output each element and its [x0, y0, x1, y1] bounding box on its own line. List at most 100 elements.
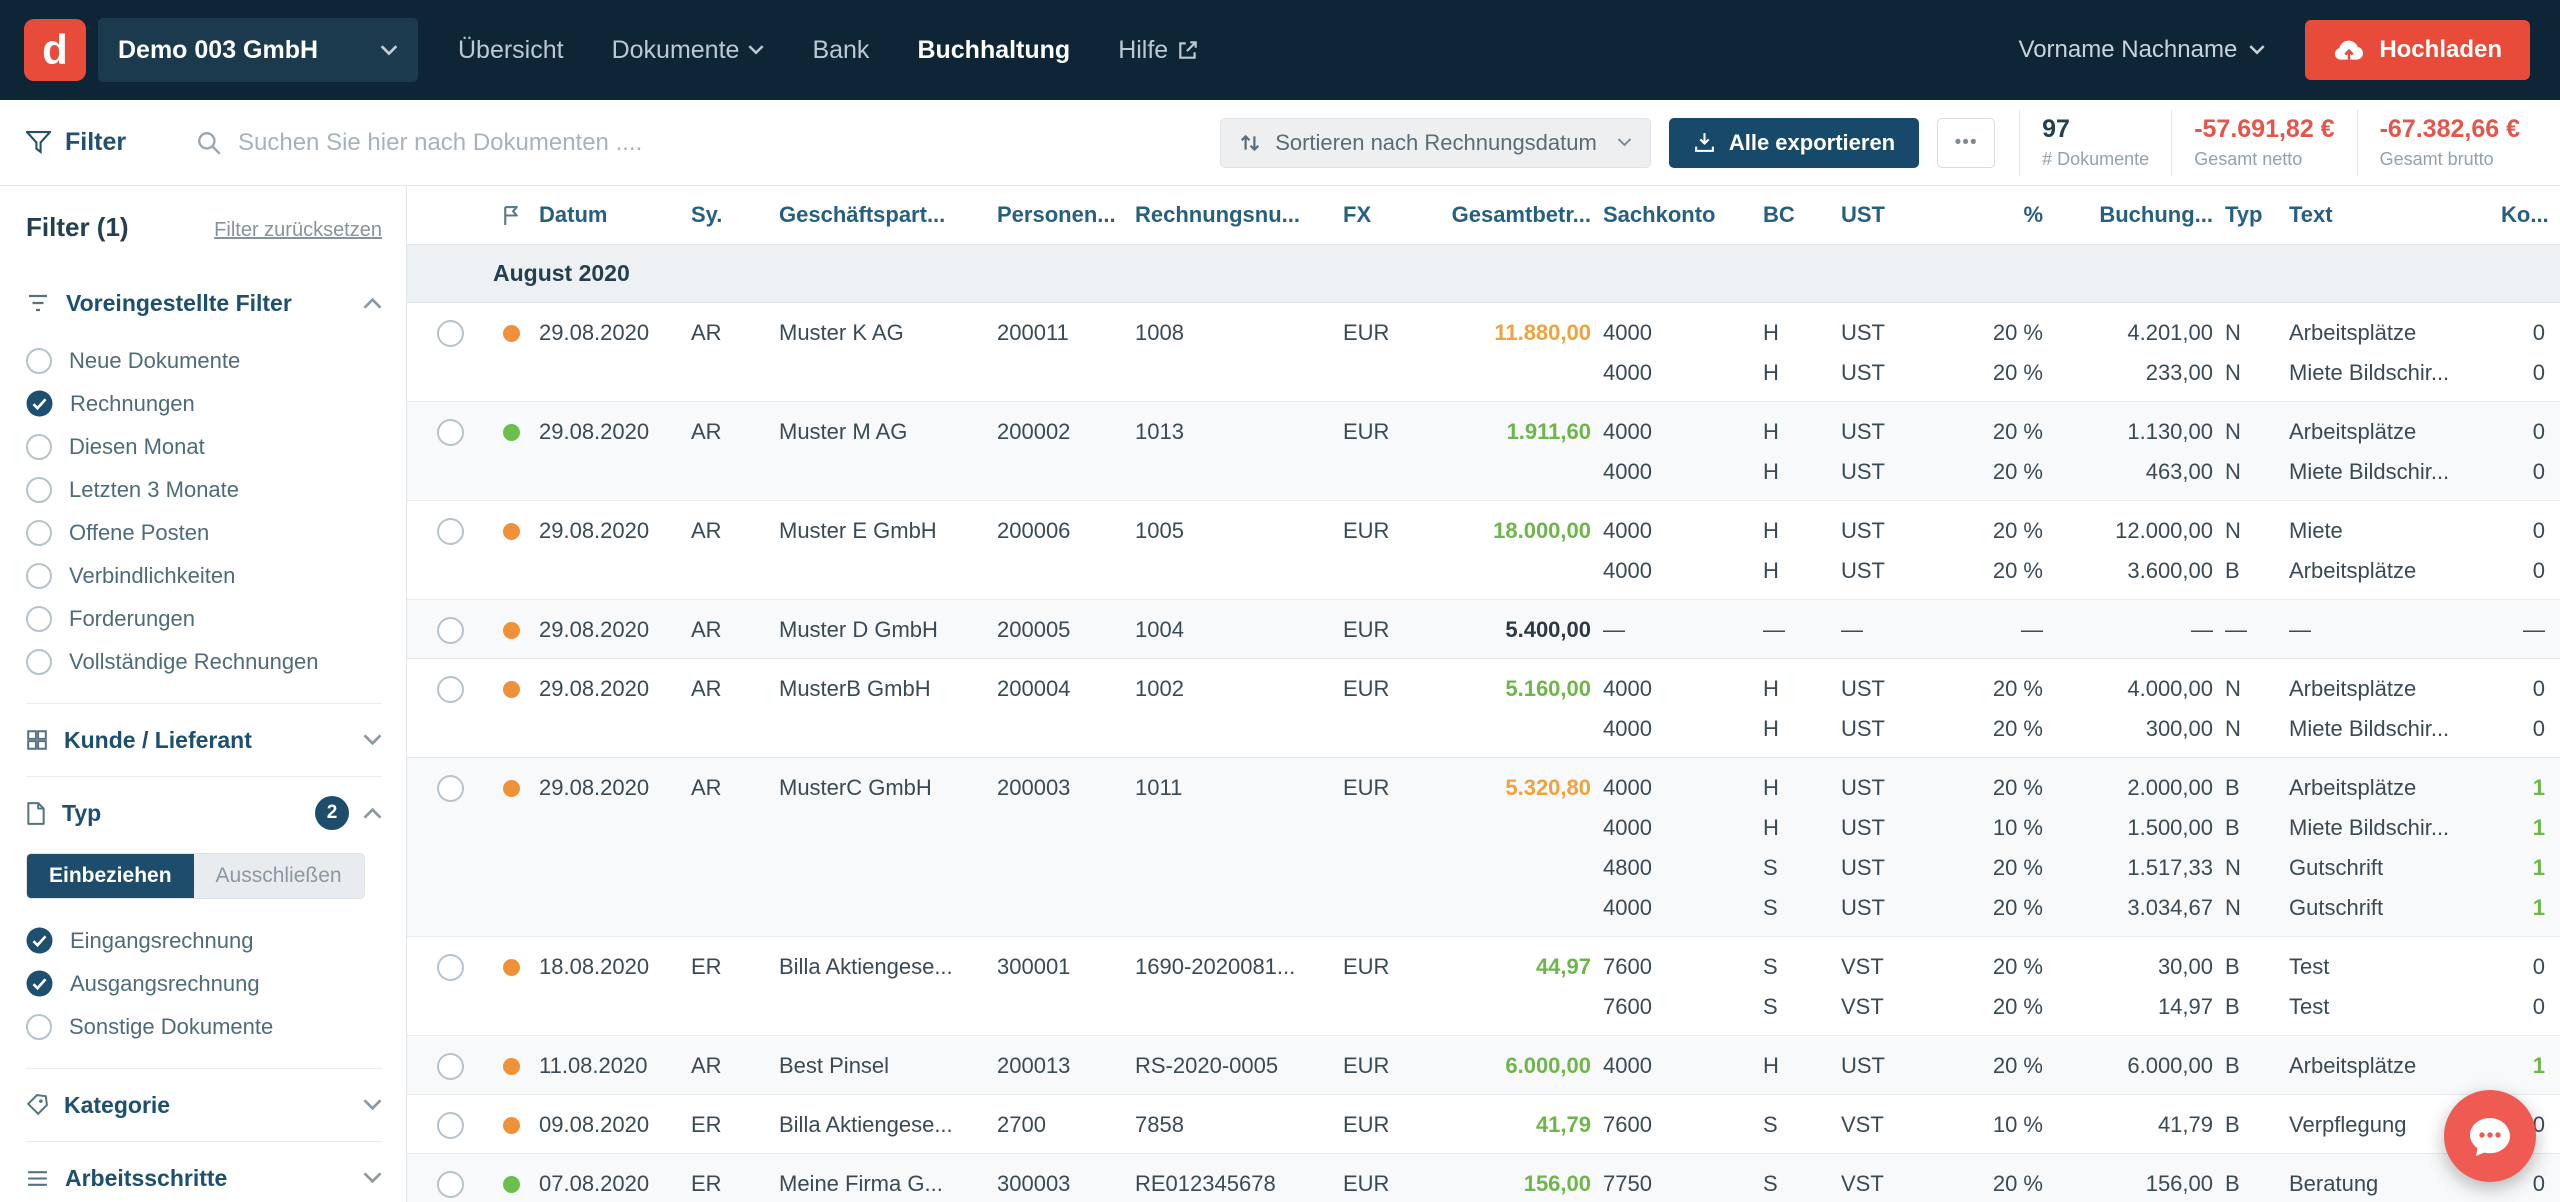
cell-konto-count: 0: [2501, 511, 2557, 551]
filter-option[interactable]: Verbindlichkeiten: [26, 554, 382, 597]
filter-option[interactable]: Vollständige Rechnungen: [26, 640, 382, 683]
cell-konto-count: 0: [2501, 669, 2557, 709]
table-row[interactable]: 29.08.2020ARMuster M AG2000021013EUR1.91…: [407, 402, 2560, 501]
filter-option[interactable]: Letzten 3 Monate: [26, 468, 382, 511]
include-button[interactable]: Einbeziehen: [27, 854, 194, 898]
column-header-ust[interactable]: UST: [1841, 202, 1937, 228]
nav-item-4-hilfe[interactable]: Hilfe: [1118, 36, 1199, 65]
cell-geschaeftspartner: Meine Firma G...: [779, 1164, 997, 1202]
cloud-upload-icon: [2333, 38, 2365, 62]
booking-line: ————————: [1603, 610, 2557, 650]
row-select-radio[interactable]: [437, 518, 464, 545]
cell-fx: EUR: [1343, 947, 1435, 987]
section-header-arbeitsschritte[interactable]: Arbeitsschritte: [26, 1142, 382, 1202]
upload-label: Hochladen: [2379, 36, 2502, 64]
column-header-datum[interactable]: Datum: [539, 202, 691, 228]
nav-item-1-dokumente[interactable]: Dokumente: [612, 36, 765, 65]
section-header-voreingestellte-filter[interactable]: Voreingestellte Filter: [26, 267, 382, 339]
cell-konto-count: 1: [2501, 808, 2557, 848]
cell-geschaeftspartner: Muster D GmbH: [779, 610, 997, 650]
export-all-button[interactable]: Alle exportieren: [1669, 118, 1919, 168]
column-header-sachkonto[interactable]: Sachkonto: [1603, 202, 1763, 228]
column-header-sy[interactable]: Sy.: [691, 202, 779, 228]
cell-ust: VST: [1841, 987, 1937, 1027]
row-select-radio[interactable]: [437, 617, 464, 644]
table-row[interactable]: 07.08.2020ERMeine Firma G...300003RE0123…: [407, 1154, 2560, 1202]
search-bar: [196, 129, 1202, 157]
table-row[interactable]: 29.08.2020ARMusterB GmbH2000041002EUR5.1…: [407, 659, 2560, 758]
filter-option[interactable]: Sonstige Dokumente: [26, 1005, 382, 1048]
cell-datum: 29.08.2020: [539, 768, 691, 808]
column-header-text[interactable]: Text: [2289, 202, 2501, 228]
section-label: Typ: [62, 800, 101, 827]
booking-line: 7600SVST10 %41,79BVerpflegung0: [1603, 1105, 2557, 1145]
company-selector[interactable]: Demo 003 GmbH: [98, 18, 418, 82]
user-menu[interactable]: Vorname Nachname: [2019, 36, 2266, 64]
cell-typ: N: [2225, 511, 2289, 551]
column-header-gesamt[interactable]: Gesamtbetr...: [1435, 202, 1603, 228]
row-select-radio[interactable]: [437, 320, 464, 347]
more-actions-button[interactable]: •••: [1937, 118, 1995, 168]
group-header-row[interactable]: August 2020: [407, 245, 2560, 303]
exclude-button[interactable]: Ausschließen: [194, 854, 364, 898]
column-header-pct[interactable]: %: [1937, 202, 2055, 228]
table-row[interactable]: 11.08.2020ARBest Pinsel200013RS-2020-000…: [407, 1036, 2560, 1095]
section-label: Kunde / Lieferant: [64, 727, 252, 754]
filter-option[interactable]: Rechnungen: [26, 382, 382, 425]
row-select-radio[interactable]: [437, 954, 464, 981]
row-select-radio[interactable]: [437, 1053, 464, 1080]
row-select-radio[interactable]: [437, 1112, 464, 1139]
row-select-radio[interactable]: [437, 419, 464, 446]
row-select-radio[interactable]: [437, 775, 464, 802]
filter-option-label: Forderungen: [69, 606, 195, 632]
column-header-typ[interactable]: Typ: [2225, 202, 2289, 228]
search-input[interactable]: [238, 129, 1202, 157]
cell-gesamtbetrag: 5.400,00: [1435, 610, 1603, 650]
nav-item-2-bank[interactable]: Bank: [812, 36, 869, 65]
table-row[interactable]: 29.08.2020ARMuster D GmbH2000051004EUR5.…: [407, 600, 2560, 659]
nav-item-3-buchhaltung[interactable]: Buchhaltung: [917, 36, 1070, 65]
cell-bc: H: [1763, 768, 1841, 808]
column-header-ko[interactable]: Ko...: [2501, 202, 2557, 228]
table-row[interactable]: 29.08.2020ARMuster E GmbH2000061005EUR18…: [407, 501, 2560, 600]
filter-toggle[interactable]: Filter: [26, 128, 150, 157]
column-header-personen[interactable]: Personen...: [997, 202, 1135, 228]
cell-fx: EUR: [1343, 669, 1435, 709]
cell-rechnungsnummer: 1004: [1135, 610, 1343, 650]
cell-bc: —: [1763, 610, 1841, 650]
upload-button[interactable]: Hochladen: [2305, 20, 2530, 80]
cell-fx: EUR: [1343, 313, 1435, 353]
filter-option[interactable]: Eingangsrechnung: [26, 919, 382, 962]
row-select-radio[interactable]: [437, 676, 464, 703]
table-row[interactable]: 29.08.2020ARMusterC GmbH2000031011EUR5.3…: [407, 758, 2560, 937]
table-row[interactable]: 18.08.2020ERBilla Aktiengese...300001169…: [407, 937, 2560, 1036]
filter-option[interactable]: Diesen Monat: [26, 425, 382, 468]
cell-sy: AR: [691, 768, 779, 808]
filter-option[interactable]: Ausgangsrechnung: [26, 962, 382, 1005]
nav-item-0-bersicht[interactable]: Übersicht: [458, 36, 564, 65]
filter-option[interactable]: Offene Posten: [26, 511, 382, 554]
section-header-kunde-lieferant[interactable]: Kunde / Lieferant: [26, 704, 382, 776]
filter-option[interactable]: Forderungen: [26, 597, 382, 640]
cell-personenkonto: 200004: [997, 669, 1135, 709]
cell-prozent: 20 %: [1937, 947, 2055, 987]
section-header-kategorie[interactable]: Kategorie: [26, 1069, 382, 1141]
column-header-partner[interactable]: Geschäftspart...: [779, 202, 997, 228]
sort-button[interactable]: Sortieren nach Rechnungsdatum: [1220, 118, 1651, 168]
section-header-typ[interactable]: Typ2: [26, 777, 382, 849]
column-header-bc[interactable]: BC: [1763, 202, 1841, 228]
row-booking-lines: 7600SVST20 %30,00BTest07600SVST20 %14,97…: [1603, 947, 2557, 1027]
filter-option[interactable]: Neue Dokumente: [26, 339, 382, 382]
column-header-fx[interactable]: FX: [1343, 202, 1435, 228]
cell-bc: S: [1763, 1105, 1841, 1145]
chat-launcher-button[interactable]: [2444, 1090, 2536, 1182]
reset-filters-link[interactable]: Filter zurücksetzen: [214, 219, 382, 242]
column-header-rechnung[interactable]: Rechnungsnu...: [1135, 202, 1343, 228]
column-header-flag[interactable]: [483, 205, 539, 226]
table-row[interactable]: 29.08.2020ARMuster K AG2000111008EUR11.8…: [407, 303, 2560, 402]
radio-circle-icon: [26, 520, 52, 546]
row-select-radio[interactable]: [437, 1171, 464, 1198]
column-header-buchung[interactable]: Buchung...: [2055, 202, 2225, 228]
app-logo[interactable]: d: [24, 19, 86, 81]
table-row[interactable]: 09.08.2020ERBilla Aktiengese...27007858E…: [407, 1095, 2560, 1154]
